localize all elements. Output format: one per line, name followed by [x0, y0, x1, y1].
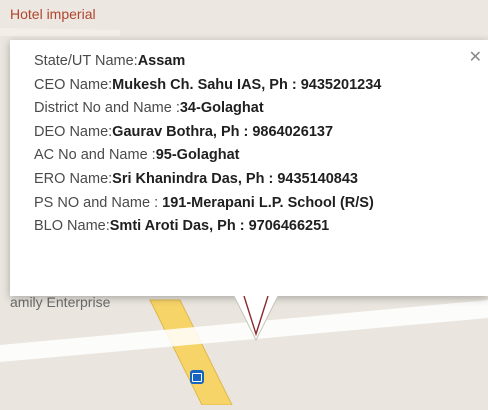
row-value: 191-Merapani L.P. School (R/S) — [162, 194, 374, 211]
ero-row: ERO Name:Sri Khanindra Das, Ph : 9435140… — [34, 168, 381, 192]
close-icon[interactable]: ✕ — [469, 50, 482, 66]
row-value: Assam — [137, 53, 186, 69]
ps-row: PS NO and Name : 191-Merapani L.P. Schoo… — [34, 192, 381, 216]
row-value: Smti Aroti Das, Ph : 9706466251 — [109, 218, 330, 235]
row-value: Gaurav Bothra, Ph : 9864026137 — [112, 123, 334, 140]
place-label-hotel[interactable]: Hotel imperial — [10, 6, 96, 22]
ceo-row: CEO Name:Mukesh Ch. Sahu IAS, Ph : 94352… — [34, 74, 381, 98]
row-value: Sri Khanindra Das, Ph : 9435140843 — [112, 170, 358, 187]
deo-row: DEO Name:Gaurav Bothra, Ph : 9864026137 — [34, 121, 381, 145]
state-row: State/UT Name:Assam — [34, 50, 381, 74]
row-label: District No and Name : — [34, 100, 180, 117]
row-label: PS NO and Name : — [34, 194, 163, 211]
row-label: AC No and Name : — [34, 147, 156, 164]
district-row: District No and Name :34-Golaghat — [34, 97, 381, 121]
bus-icon[interactable] — [190, 370, 204, 384]
row-label: DEO Name: — [34, 123, 113, 140]
row-label: State/UT Name: — [34, 53, 138, 69]
info-list: State/UT Name:Assam CEO Name:Mukesh Ch. … — [34, 50, 381, 239]
row-value: 34-Golaghat — [179, 100, 264, 117]
row-label: CEO Name: — [34, 76, 113, 93]
row-value: 95-Golaghat — [155, 147, 240, 164]
row-label: BLO Name: — [34, 218, 110, 235]
place-label-enterprise[interactable]: amily Enterprise — [10, 294, 110, 310]
row-label: ERO Name: — [34, 170, 113, 187]
row-value: Mukesh Ch. Sahu IAS, Ph : 9435201234 — [112, 76, 382, 93]
info-window: ✕ State/UT Name:Assam CEO Name:Mukesh Ch… — [10, 40, 488, 296]
main-road — [149, 299, 233, 406]
info-window-tail — [234, 296, 278, 342]
ac-row: AC No and Name :95-Golaghat — [34, 144, 381, 168]
blo-row: BLO Name:Smti Aroti Das, Ph : 9706466251 — [34, 215, 381, 239]
